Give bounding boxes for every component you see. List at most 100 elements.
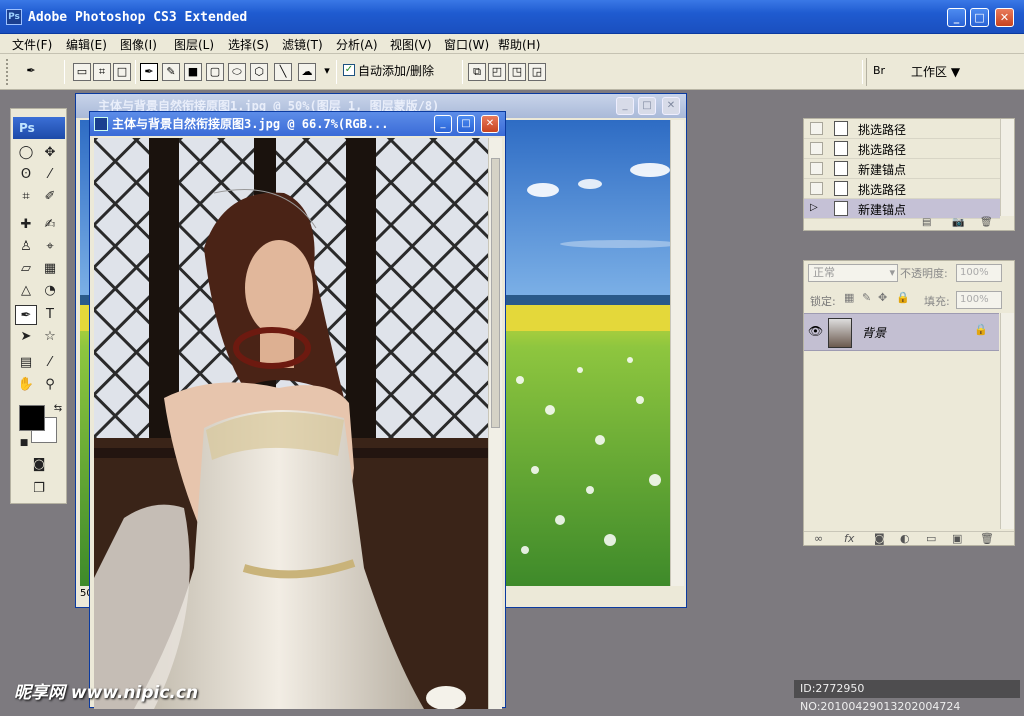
foreground-color-swatch[interactable] [19, 405, 45, 431]
blend-mode-select[interactable]: 正常 ▾ [808, 264, 898, 282]
screen-mode-icon[interactable]: ❐ [27, 479, 51, 499]
link-layers-icon[interactable]: ∞ [814, 532, 823, 545]
new-snapshot-icon[interactable]: 📷 [952, 217, 964, 228]
workspace-menu[interactable]: 工作区 ▼ [866, 58, 971, 86]
shape-tool-icon[interactable]: ☆ [39, 327, 61, 347]
blur-tool-icon[interactable]: △ [15, 281, 37, 301]
crop-tool-icon[interactable]: ⌗ [15, 187, 37, 207]
front-minimize-button[interactable]: _ [434, 115, 452, 133]
history-item-selected[interactable]: ▷ 新建锚点 [804, 199, 1000, 219]
front-canvas[interactable] [94, 138, 488, 709]
eyedropper-icon[interactable]: ⁄ [39, 353, 61, 373]
menu-analysis[interactable]: 分析(A) [336, 36, 378, 53]
type-tool-icon[interactable]: T [39, 305, 61, 325]
menu-edit[interactable]: 编辑(E) [66, 36, 107, 53]
menu-view[interactable]: 视图(V) [390, 36, 432, 53]
healing-brush-icon[interactable]: ✚ [15, 215, 37, 235]
front-scroll-thumb[interactable] [491, 158, 500, 428]
lock-all-icon[interactable]: 🔒 [896, 291, 910, 304]
layer-mask-icon[interactable]: ◙ [874, 532, 885, 545]
menu-file[interactable]: 文件(F) [12, 36, 52, 53]
adjustment-layer-icon[interactable]: ◐ [900, 532, 910, 545]
add-to-path-icon[interactable]: ⧉ [468, 63, 486, 81]
front-vertical-scrollbar[interactable] [488, 138, 502, 709]
marquee-tool-icon[interactable]: ◯ [15, 143, 37, 163]
menu-window[interactable]: 窗口(W) [444, 36, 489, 53]
history-item[interactable]: 挑选路径 [804, 119, 1000, 139]
history-item[interactable]: 新建锚点 [804, 159, 1000, 179]
rectangle-icon[interactable]: ■ [184, 63, 202, 81]
pen-tool-icon[interactable]: ✒ [15, 305, 37, 325]
gradient-tool-icon[interactable]: ▦ [39, 259, 61, 279]
move-tool-icon[interactable]: ✥ [39, 143, 61, 163]
history-item[interactable]: 挑选路径 [804, 179, 1000, 199]
default-colors-icon[interactable]: ■ [13, 433, 35, 453]
line-icon[interactable]: ╲ [274, 63, 292, 81]
menu-image[interactable]: 图像(I) [120, 36, 157, 53]
layer-row-background[interactable]: 👁 背景 🔒 [804, 313, 999, 351]
magic-wand-icon[interactable]: ⁄ [39, 165, 61, 185]
fill-pixels-icon[interactable]: □ [113, 63, 131, 81]
history-snapshot-checkbox[interactable] [810, 182, 823, 195]
pen-tool-preset-icon[interactable]: ✒ [22, 63, 40, 81]
back-maximize-button[interactable]: □ [638, 97, 656, 115]
menu-select[interactable]: 选择(S) [228, 36, 269, 53]
back-close-button[interactable]: ✕ [662, 97, 680, 115]
history-snapshot-checkbox[interactable] [810, 142, 823, 155]
maximize-button[interactable]: □ [970, 8, 989, 27]
custom-shape-icon[interactable]: ☁ [298, 63, 316, 81]
lock-position-icon[interactable]: ✥ [878, 291, 887, 304]
exclude-path-icon[interactable]: ◲ [528, 63, 546, 81]
swap-colors-icon[interactable]: ⇆ [47, 399, 69, 419]
history-brush-icon[interactable]: ⌖ [39, 237, 61, 257]
lock-transparency-icon[interactable]: ▦ [844, 291, 854, 304]
history-snapshot-checkbox[interactable] [810, 122, 823, 135]
back-minimize-button[interactable]: _ [616, 97, 634, 115]
lock-pixels-icon[interactable]: ✎ [862, 291, 871, 304]
dodge-tool-icon[interactable]: ◔ [39, 281, 61, 301]
clone-stamp-icon[interactable]: ♙ [15, 237, 37, 257]
new-document-from-state-icon[interactable]: ▤ [922, 217, 931, 228]
delete-layer-icon[interactable]: 🗑 [980, 532, 994, 545]
opacity-field[interactable]: 100% [956, 264, 1002, 282]
quick-mask-icon[interactable]: ◙ [27, 455, 51, 475]
brush-tool-icon[interactable]: ✍ [39, 215, 61, 235]
shape-options-dropdown-icon[interactable]: ▾ [318, 63, 336, 81]
auto-add-delete-checkbox[interactable]: ✓ [343, 64, 355, 76]
notes-tool-icon[interactable]: ▤ [15, 353, 37, 373]
close-button[interactable]: ✕ [995, 8, 1014, 27]
subtract-path-icon[interactable]: ◰ [488, 63, 506, 81]
options-grip[interactable] [6, 59, 10, 85]
front-close-button[interactable]: ✕ [481, 115, 499, 133]
zoom-tool-icon[interactable]: ⚲ [39, 375, 61, 395]
eye-visibility-icon[interactable]: 👁 [808, 324, 823, 338]
new-layer-icon[interactable]: ▣ [952, 532, 962, 545]
new-group-icon[interactable]: ▭ [926, 532, 936, 545]
path-selection-icon[interactable]: ➤ [15, 327, 37, 347]
fill-field[interactable]: 100% [956, 291, 1002, 309]
intersect-path-icon[interactable]: ◳ [508, 63, 526, 81]
ellipse-icon[interactable]: ⬭ [228, 63, 246, 81]
menu-help[interactable]: 帮助(H) [498, 36, 540, 53]
history-item[interactable]: 挑选路径 [804, 139, 1000, 159]
back-vertical-scrollbar[interactable] [670, 120, 684, 586]
layer-style-icon[interactable]: fx [844, 532, 854, 545]
lasso-tool-icon[interactable]: ʘ [15, 165, 37, 185]
document-window-front[interactable]: 主体与背景自然衔接原图3.jpg @ 66.7%(RGB... _ □ ✕ [89, 111, 506, 709]
minimize-button[interactable]: _ [947, 8, 966, 27]
layer-name[interactable]: 背景 [862, 324, 886, 341]
layers-scrollbar[interactable] [1000, 313, 1014, 529]
pen-icon[interactable]: ✒ [140, 63, 158, 81]
slice-tool-icon[interactable]: ✐ [39, 187, 61, 207]
menu-filter[interactable]: 滤镜(T) [282, 36, 323, 53]
hand-tool-icon[interactable]: ✋ [15, 375, 37, 395]
freeform-pen-icon[interactable]: ✎ [162, 63, 180, 81]
shape-layers-icon[interactable]: ▭ [73, 63, 91, 81]
history-snapshot-checkbox[interactable] [810, 162, 823, 175]
polygon-icon[interactable]: ⬡ [250, 63, 268, 81]
menu-layer[interactable]: 图层(L) [174, 36, 214, 53]
delete-state-icon[interactable]: 🗑 [980, 217, 993, 228]
paths-mode-icon[interactable]: ⌗ [93, 63, 111, 81]
front-maximize-button[interactable]: □ [457, 115, 475, 133]
eraser-tool-icon[interactable]: ▱ [15, 259, 37, 279]
